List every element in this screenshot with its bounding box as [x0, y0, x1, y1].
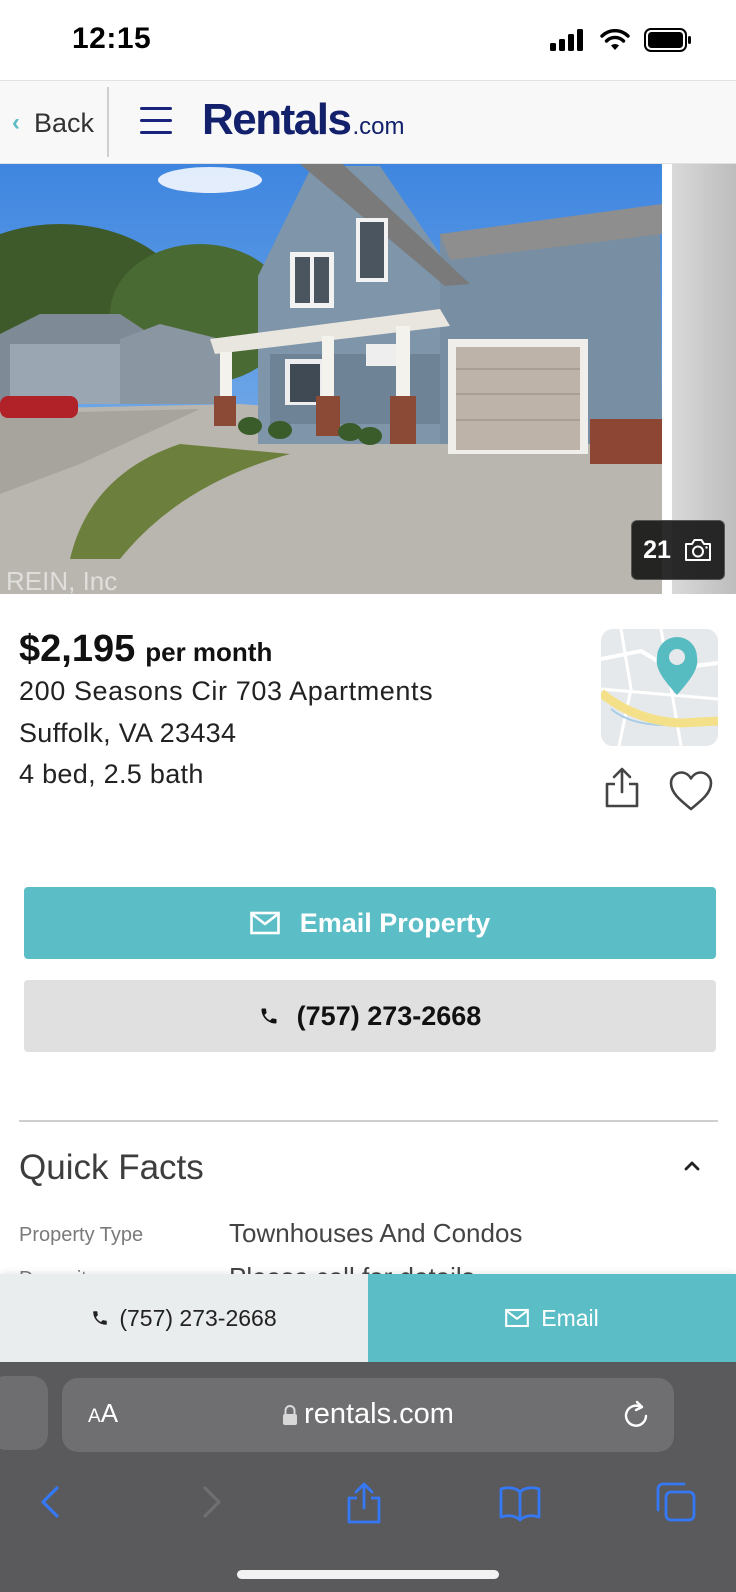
price: $2,195	[19, 628, 136, 670]
fact-label: Property Type	[19, 1224, 144, 1246]
sticky-call-button[interactable]: (757) 273-2668	[0, 1274, 368, 1362]
browser-back-icon[interactable]	[30, 1480, 74, 1524]
share-icon[interactable]	[602, 766, 642, 810]
heart-icon[interactable]	[668, 770, 714, 812]
phone-icon	[93, 1311, 108, 1325]
photo-count: 21	[643, 535, 671, 564]
sticky-email-label: Email	[541, 1304, 599, 1331]
site-header: ‹ Back Rentals .com	[0, 80, 736, 164]
envelope-icon	[249, 911, 280, 935]
sticky-email-button[interactable]: Email	[368, 1274, 736, 1362]
address-bar[interactable]: AA rentals.com	[62, 1378, 674, 1452]
browser-chrome: AA rentals.com	[0, 1362, 736, 1592]
status-time: 12:15	[72, 22, 152, 55]
browser-forward-icon[interactable]	[188, 1480, 232, 1524]
wifi-icon	[600, 29, 630, 50]
sticky-call-label: (757) 273-2668	[119, 1304, 277, 1331]
price-unit: per month	[145, 637, 273, 667]
property-photo[interactable]: REIN, Inc	[0, 164, 662, 594]
email-property-label: Email Property	[299, 907, 491, 938]
url-text: rentals.com	[304, 1398, 454, 1430]
price-line: $2,195 per month	[19, 628, 272, 671]
status-icons	[550, 28, 692, 52]
status-bar: 12:15	[0, 0, 736, 80]
browser-toolbar	[0, 1470, 736, 1546]
bookmarks-icon[interactable]	[498, 1480, 542, 1524]
reload-icon[interactable]	[620, 1398, 652, 1432]
photo-count-badge[interactable]: 21	[631, 520, 725, 580]
chevron-up-icon[interactable]	[678, 1152, 706, 1180]
battery-icon	[644, 28, 691, 52]
address-line2: Suffolk, VA 23434	[19, 718, 237, 748]
call-button-label: (757) 273-2668	[296, 1000, 482, 1031]
beds-baths: 4 bed, 2.5 bath	[19, 759, 204, 789]
sticky-contact-bar: (757) 273-2668 Email	[0, 1274, 736, 1362]
home-indicator	[237, 1570, 499, 1579]
mini-map[interactable]	[601, 629, 718, 746]
logo-suffix: .com	[352, 113, 405, 140]
hamburger-menu-icon[interactable]	[140, 107, 172, 135]
browser-share-icon[interactable]	[342, 1480, 386, 1524]
logo-main: Rentals	[202, 95, 352, 144]
fact-value: Townhouses And Condos	[229, 1218, 523, 1248]
envelope-icon	[505, 1308, 530, 1328]
tabs-icon[interactable]	[654, 1480, 698, 1524]
call-button[interactable]: (757) 273-2668	[24, 980, 716, 1052]
previous-tab[interactable]	[0, 1376, 48, 1450]
section-divider	[19, 1120, 718, 1122]
phone-icon	[261, 1008, 277, 1024]
address-line1: 200 Seasons Cir 703 Apartments	[19, 676, 434, 706]
fact-row-property-type: Property Type Townhouses And Condos	[19, 1218, 719, 1258]
lock-icon	[283, 1404, 298, 1425]
back-button[interactable]: ‹ Back	[12, 81, 94, 165]
cellular-signal-icon	[550, 29, 583, 51]
chevron-left-icon: ‹	[12, 109, 20, 136]
quick-facts-title: Quick Facts	[19, 1148, 204, 1187]
camera-icon	[684, 539, 711, 561]
svg-text:REIN, Inc: REIN, Inc	[6, 566, 117, 594]
url-display: rentals.com	[62, 1398, 674, 1431]
back-label: Back	[34, 107, 95, 138]
email-property-button[interactable]: Email Property	[24, 887, 716, 959]
rentals-logo[interactable]: Rentals .com	[202, 95, 404, 145]
photo-gallery[interactable]: REIN, Inc 21	[0, 164, 736, 594]
header-divider	[107, 87, 109, 157]
